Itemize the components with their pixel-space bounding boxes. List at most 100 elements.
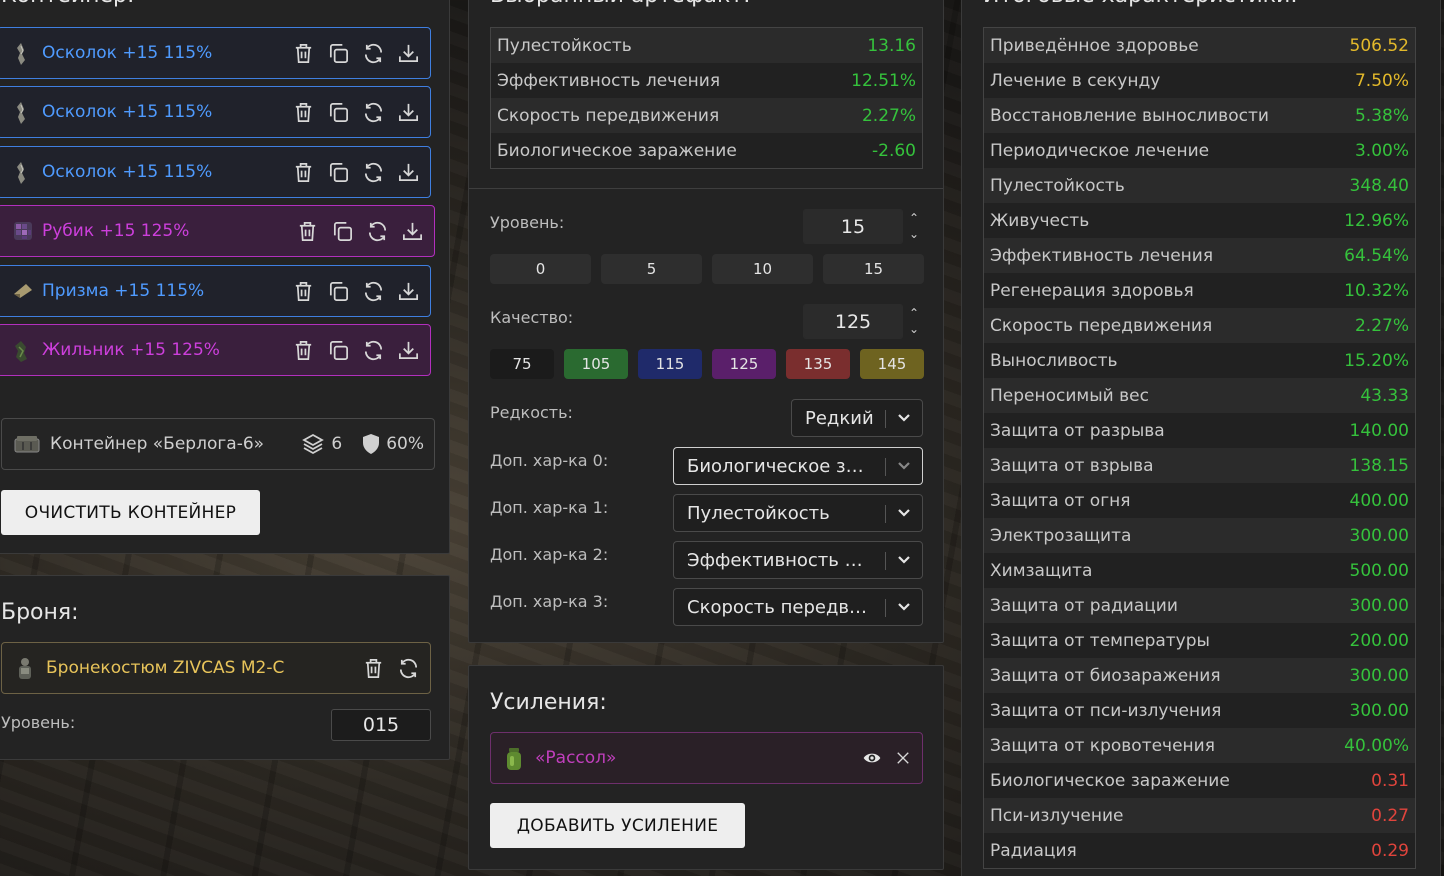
armor-title: Броня:	[1, 600, 79, 625]
download-icon[interactable]	[397, 161, 420, 184]
stat-name: Защита от температуры	[990, 630, 1210, 651]
rarity-select[interactable]: Редкий	[791, 399, 923, 437]
container-stats: 6 60%	[301, 419, 424, 469]
select-separator	[885, 410, 886, 428]
extra-stat-select[interactable]: Скорость передви...	[673, 588, 923, 626]
stat-name: Эффективность лечения	[497, 70, 721, 91]
quality-preset-button[interactable]: 125	[712, 349, 776, 379]
copy-icon[interactable]	[331, 220, 354, 243]
quality-preset-button[interactable]: 75	[490, 349, 554, 379]
armor-level-input[interactable]: 015	[331, 709, 431, 741]
delete-icon[interactable]	[292, 339, 315, 362]
stat-value: 2.27%	[1354, 315, 1409, 336]
swap-icon[interactable]	[362, 280, 385, 303]
level-preset-button[interactable]: 15	[823, 254, 924, 284]
download-icon[interactable]	[397, 101, 420, 124]
add-boost-button[interactable]: ДОБАВИТЬ УСИЛЕНИЕ	[490, 803, 745, 848]
level-input[interactable]: 15	[803, 209, 903, 244]
eye-icon[interactable]	[862, 748, 882, 768]
quality-input[interactable]: 125	[803, 304, 903, 339]
extra-stat-value: Эффективность ле...	[687, 549, 873, 571]
stat-name: Эффективность лечения	[990, 245, 1214, 266]
total-stat-row: Радиация 0.29	[984, 833, 1415, 868]
download-icon[interactable]	[397, 339, 420, 362]
stat-value: 138.15	[1349, 455, 1409, 476]
swap-icon[interactable]	[362, 101, 385, 124]
extra-stat-select[interactable]: Пулестойкость	[673, 494, 923, 532]
boost-item[interactable]: «Рассол»	[490, 732, 923, 784]
copy-icon[interactable]	[327, 42, 350, 65]
delete-icon[interactable]	[292, 101, 315, 124]
level-label: Уровень:	[490, 213, 565, 232]
stat-value: 10.32%	[1344, 280, 1409, 301]
level-preset-button[interactable]: 0	[490, 254, 591, 284]
delete-icon[interactable]	[296, 220, 319, 243]
stat-value: 7.50%	[1354, 70, 1409, 91]
armor-slot[interactable]: Бронекостюм ZIVCAS M2-C	[1, 642, 431, 694]
stat-value: 140.00	[1349, 420, 1409, 441]
copy-icon[interactable]	[327, 161, 350, 184]
quality-decrement-icon[interactable]: ⌄	[907, 322, 921, 336]
total-stat-row: Пулестойкость 348.40	[984, 168, 1415, 203]
stat-name: Защита от биозаражения	[990, 665, 1221, 686]
artifact-slot[interactable]: Призма +15 115%	[0, 265, 431, 317]
total-stat-row: Химзащита 500.00	[984, 553, 1415, 588]
swap-icon[interactable]	[362, 339, 385, 362]
totals-title: Итоговые характеристики:	[983, 0, 1298, 8]
stat-value: 15.20%	[1344, 350, 1409, 371]
stat-value: 40.00%	[1344, 735, 1409, 756]
clear-container-button[interactable]: ОЧИСТИТЬ КОНТЕЙНЕР	[1, 490, 260, 535]
artifact-slot[interactable]: Осколок +15 115%	[0, 86, 431, 138]
swap-icon[interactable]	[366, 220, 389, 243]
slot-actions	[292, 28, 420, 78]
quality-preset-button[interactable]: 145	[860, 349, 924, 379]
delete-icon[interactable]	[292, 42, 315, 65]
rarity-label: Редкость:	[490, 403, 573, 422]
delete-icon[interactable]	[292, 280, 315, 303]
swap-icon[interactable]	[362, 161, 385, 184]
level-preset-button[interactable]: 10	[712, 254, 813, 284]
artifact-slot[interactable]: Жильник +15 125%	[0, 324, 431, 376]
extra-stat-select[interactable]: Эффективность ле...	[673, 541, 923, 579]
artifact-slot[interactable]: Рубик +15 125%	[0, 205, 435, 257]
total-stat-row: Периодическое лечение 3.00%	[984, 133, 1415, 168]
stat-name: Биологическое заражение	[497, 140, 737, 161]
download-icon[interactable]	[401, 220, 424, 243]
artifact-stat-row: Эффективность лечения 12.51%	[491, 63, 922, 98]
chevron-down-icon	[896, 599, 912, 615]
stat-value: 300.00	[1349, 665, 1409, 686]
level-decrement-icon[interactable]: ⌄	[907, 227, 921, 241]
total-stat-row: Защита от огня 400.00	[984, 483, 1415, 518]
slot-actions	[296, 206, 424, 256]
boost-actions	[862, 733, 912, 783]
level-increment-icon[interactable]: ⌃	[907, 211, 921, 225]
total-stat-row: Эффективность лечения 64.54%	[984, 238, 1415, 273]
delete-icon[interactable]	[292, 161, 315, 184]
artifact-slot[interactable]: Осколок +15 115%	[0, 27, 431, 79]
level-preset-button[interactable]: 5	[601, 254, 702, 284]
stat-value: 200.00	[1349, 630, 1409, 651]
copy-icon[interactable]	[327, 101, 350, 124]
quality-increment-icon[interactable]: ⌃	[907, 306, 921, 320]
download-icon[interactable]	[397, 42, 420, 65]
artifact-slot[interactable]: Осколок +15 115%	[0, 146, 431, 198]
select-separator	[885, 505, 886, 523]
container-selector[interactable]: Контейнер «Берлога-6» 6 60%	[1, 418, 435, 470]
layers-icon	[301, 432, 325, 456]
delete-icon[interactable]	[362, 657, 385, 680]
quality-preset-button[interactable]: 115	[638, 349, 702, 379]
close-icon[interactable]	[894, 749, 912, 767]
quality-preset-button[interactable]: 105	[564, 349, 628, 379]
artifact-panel: Выбранный артефакт: Пулестойкость 13.16 Эф…	[468, 0, 944, 643]
swap-icon[interactable]	[362, 42, 385, 65]
extra-stat-select[interactable]: Биологическое за...	[673, 447, 923, 485]
swap-icon[interactable]	[397, 657, 420, 680]
copy-icon[interactable]	[327, 339, 350, 362]
artifact-name: Осколок +15 115%	[42, 43, 213, 63]
download-icon[interactable]	[397, 280, 420, 303]
artifact-stat-row: Пулестойкость 13.16	[491, 28, 922, 63]
quality-preset-button[interactable]: 135	[786, 349, 850, 379]
copy-icon[interactable]	[327, 280, 350, 303]
slot-actions	[292, 87, 420, 137]
chevron-down-icon	[896, 410, 912, 426]
